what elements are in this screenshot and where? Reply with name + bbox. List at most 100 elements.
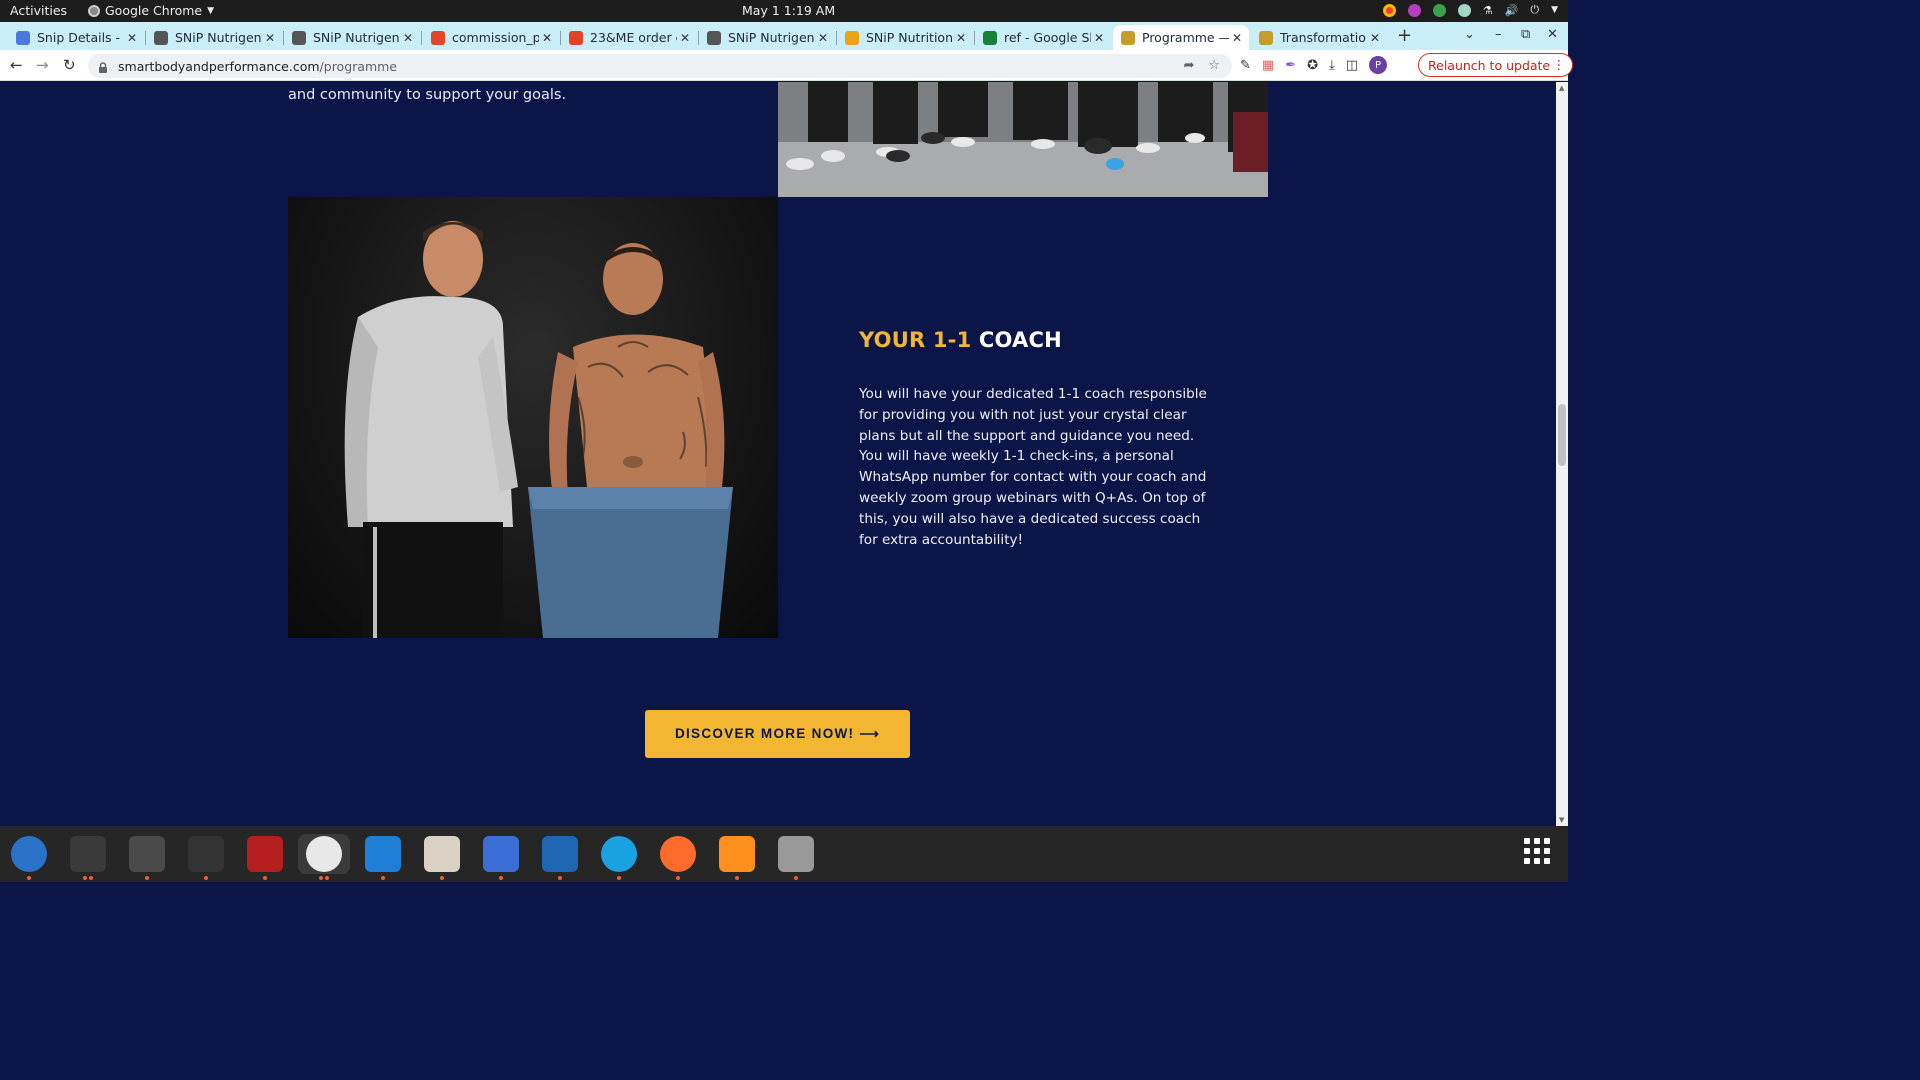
- page-scrollbar[interactable]: ▲ ▼: [1556, 82, 1568, 826]
- snip-icon: [707, 30, 721, 45]
- filezilla-icon[interactable]: [245, 834, 285, 874]
- eyedropper-icon[interactable]: ✎: [1240, 58, 1251, 73]
- network-icon[interactable]: ⚗: [1483, 4, 1493, 17]
- scroll-down-icon[interactable]: ▼: [1559, 816, 1564, 824]
- scroll-up-icon[interactable]: ▲: [1559, 84, 1564, 92]
- chrome-icon[interactable]: [298, 834, 350, 874]
- address-bar[interactable]: smartbodyandperformance.com/programme ➦ …: [88, 54, 1232, 78]
- discover-more-button[interactable]: DISCOVER MORE NOW! ⟶: [645, 710, 910, 758]
- relaunch-button[interactable]: Relaunch to update ⋮: [1418, 53, 1574, 77]
- firefox-like-icon[interactable]: [717, 834, 757, 874]
- browser-tab[interactable]: SNiP Nutrigenс ✕: [284, 25, 420, 50]
- back-button[interactable]: ←: [10, 56, 23, 74]
- system-monitor-icon[interactable]: [186, 834, 226, 874]
- download-icon[interactable]: ⤓: [1329, 58, 1335, 73]
- text-editor-icon[interactable]: [481, 834, 521, 874]
- close-icon[interactable]: ✕: [953, 31, 969, 45]
- lock-icon[interactable]: [98, 61, 108, 73]
- forward-button[interactable]: →: [36, 56, 49, 74]
- browser-tab[interactable]: SNiP Nutrition ✕: [837, 25, 973, 50]
- power-icon[interactable]: ⏻: [1530, 3, 1539, 17]
- extensions-area: ✎ ▦ ✒ ✪ ⤓ ◫ P: [1240, 56, 1388, 74]
- extension-calendar-icon[interactable]: ▦: [1262, 58, 1274, 73]
- app-tray-icon[interactable]: [1407, 3, 1421, 17]
- intro-text: and community to support your goals.: [288, 87, 567, 103]
- bookmark-star-icon[interactable]: ☆: [1208, 58, 1220, 73]
- pen-extension-icon[interactable]: ✒: [1285, 58, 1296, 73]
- close-icon[interactable]: ✕: [1091, 31, 1107, 45]
- browser-tab[interactable]: Transformation ✕: [1251, 25, 1387, 50]
- tab-title: 23&ME order cl: [590, 30, 677, 45]
- filezilla-icon-glyph: [247, 836, 283, 872]
- section-heading: YOUR 1-1 COACH: [859, 328, 1062, 352]
- browser-tab[interactable]: 23&ME order cl ✕: [561, 25, 697, 50]
- volume-icon[interactable]: 🔊: [1505, 4, 1519, 17]
- close-icon[interactable]: ✕: [815, 31, 831, 45]
- postman-icon-glyph: [660, 836, 696, 872]
- tab-search-icon[interactable]: ⌄: [1464, 27, 1475, 42]
- vscode-icon[interactable]: [363, 834, 403, 874]
- libreoffice-writer-icon-glyph: [542, 836, 578, 872]
- postman-icon[interactable]: [658, 834, 698, 874]
- more-menu-icon[interactable]: ⋮: [1553, 57, 1566, 72]
- chrome-tray-icon[interactable]: [1382, 3, 1396, 17]
- terminal-icon[interactable]: [68, 834, 108, 874]
- libreoffice-writer-icon[interactable]: [540, 834, 580, 874]
- update-tray-icon[interactable]: [1432, 3, 1446, 17]
- xrdp-tray-icon[interactable]: [1457, 3, 1471, 17]
- profile-avatar[interactable]: P: [1369, 56, 1388, 74]
- files-icon-glyph: [424, 836, 460, 872]
- browser-tab[interactable]: commission_pa ✕: [423, 25, 559, 50]
- snip-icon: [154, 30, 168, 45]
- skype-icon[interactable]: [599, 834, 639, 874]
- running-indicator: [499, 876, 503, 880]
- chevron-down-icon[interactable]: ▼: [1551, 5, 1558, 15]
- new-tab-button[interactable]: +: [1397, 25, 1412, 46]
- close-icon[interactable]: ✕: [539, 31, 555, 45]
- system-tray[interactable]: ⚗ 🔊 ⏻ ▼: [1382, 3, 1558, 17]
- url-path: /programme: [319, 58, 397, 74]
- close-icon[interactable]: ✕: [400, 31, 416, 45]
- tab-title: Transformation: [1280, 30, 1367, 45]
- browser-tab[interactable]: Programme — ✕: [1113, 25, 1249, 50]
- dock: [0, 826, 1568, 882]
- scrollbar-thumb[interactable]: [1558, 404, 1566, 466]
- files-icon[interactable]: [422, 834, 462, 874]
- close-icon[interactable]: ✕: [262, 31, 278, 45]
- show-apps-icon[interactable]: [1524, 838, 1550, 864]
- disk-icon[interactable]: [776, 834, 816, 874]
- relaunch-label: Relaunch to update: [1428, 57, 1551, 73]
- close-icon[interactable]: ✕: [1229, 31, 1245, 45]
- thunderbird-icon[interactable]: [9, 834, 49, 874]
- close-icon[interactable]: ✕: [124, 31, 140, 45]
- running-indicator: [145, 876, 149, 880]
- minimize-button[interactable]: –: [1495, 27, 1502, 42]
- browser-tab[interactable]: ref - Google She✕: [975, 25, 1111, 50]
- skype-icon-glyph: [601, 836, 637, 872]
- browser-tab[interactable]: SNiP Nutrigenс ✕: [146, 25, 282, 50]
- running-indicator: [617, 876, 621, 880]
- docs-icon: [16, 30, 30, 45]
- browser-tab[interactable]: Snip Details - G✕: [8, 25, 144, 50]
- app-menu[interactable]: Google Chrome ▼: [88, 3, 214, 18]
- browser-tab[interactable]: SNiP Nutrigenс ✕: [699, 25, 835, 50]
- omnibox-actions: ➦ ☆: [1183, 58, 1220, 73]
- reload-button[interactable]: ↻: [63, 56, 76, 74]
- maximize-button[interactable]: ⧉: [1521, 27, 1530, 42]
- running-indicator: [319, 876, 323, 880]
- activities-button[interactable]: Activities: [10, 3, 67, 18]
- close-icon[interactable]: ✕: [1367, 31, 1383, 45]
- firefox-like-icon-glyph: [719, 836, 755, 872]
- close-icon[interactable]: ✕: [677, 31, 693, 45]
- clock[interactable]: May 1 1:19 AM: [742, 3, 835, 18]
- extensions-puzzle-icon[interactable]: ✪: [1307, 58, 1318, 73]
- calculator-icon[interactable]: [127, 834, 167, 874]
- tab-title: commission_pa: [452, 30, 539, 45]
- gitlab-icon: [431, 30, 445, 45]
- side-panel-icon[interactable]: ◫: [1346, 58, 1358, 73]
- close-window-button[interactable]: ✕: [1547, 27, 1558, 42]
- running-indicator: [794, 876, 798, 880]
- text-editor-icon-glyph: [483, 836, 519, 872]
- share-icon[interactable]: ➦: [1183, 58, 1194, 73]
- sbp-icon: [1259, 30, 1273, 45]
